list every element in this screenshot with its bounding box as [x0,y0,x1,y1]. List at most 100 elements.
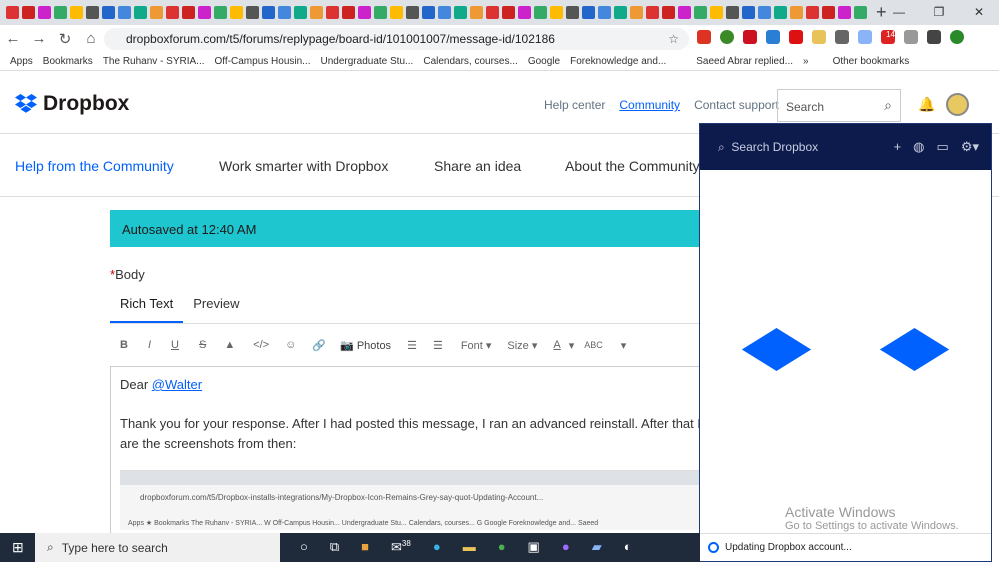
warning-icon[interactable]: ▲ [224,339,235,351]
numbered-list-icon[interactable]: ☰ [407,339,417,352]
extension-icon[interactable] [904,30,918,44]
menu-about-community[interactable]: About the Community [565,158,700,174]
chrome-icon[interactable]: ● [498,539,506,555]
bookmark-item[interactable]: Saeed Abrar replied... [696,56,793,67]
app-icon[interactable]: ■ [361,539,369,555]
bookmark-item[interactable]: Calendars, courses... [423,56,518,67]
size-dropdown[interactable]: Size ▾ [507,339,537,352]
extension-icon[interactable] [720,30,734,44]
bold-button[interactable]: B [120,339,128,351]
code-icon[interactable]: </> [253,339,269,351]
extension-icon[interactable] [766,30,780,44]
tab-favicon[interactable] [566,6,579,19]
tab-favicon[interactable] [326,6,339,19]
underline-button[interactable]: U [171,339,179,351]
tab-favicon[interactable] [502,6,515,19]
tab-favicon[interactable] [710,6,723,19]
tab-favicon[interactable] [310,6,323,19]
strikethrough-button[interactable]: S [199,339,206,351]
tab-favicon[interactable] [38,6,51,19]
back-icon[interactable]: ← [0,30,26,47]
tab-strip[interactable]: + [0,0,999,25]
tab-favicon[interactable] [54,6,67,19]
extension-icon[interactable] [835,30,849,44]
bookmark-item[interactable]: Foreknowledge and... [570,56,666,67]
site-search-input[interactable]: Search ⌕ [777,89,901,122]
tab-favicon[interactable] [470,6,483,19]
tab-favicon[interactable] [246,6,259,19]
puzzle-icon[interactable] [927,30,941,44]
menu-work-smarter[interactable]: Work smarter with Dropbox [219,158,388,174]
extension-icon[interactable] [812,30,826,44]
windows-start-icon[interactable]: ⊞ [12,539,24,556]
help-center-link[interactable]: Help center [544,98,605,112]
extensions[interactable]: 14 [697,30,964,44]
reload-icon[interactable]: ↻ [52,30,78,48]
tab-favicon[interactable] [342,6,355,19]
tab-favicon[interactable] [550,6,563,19]
tab-favicon[interactable] [182,6,195,19]
italic-button[interactable]: I [148,339,151,351]
bookmark-item[interactable]: Google [528,56,560,67]
tab-favicon[interactable] [646,6,659,19]
tab-favicon[interactable] [854,6,867,19]
tab-favicon[interactable] [118,6,131,19]
bookmark-item[interactable]: Undergraduate Stu... [321,56,414,67]
tab-favicon[interactable] [70,6,83,19]
minimize-button[interactable]: — [879,0,919,25]
tab-favicon[interactable] [230,6,243,19]
adblock-icon[interactable] [697,30,711,44]
tab-favicon[interactable] [6,6,19,19]
panel-search-icon[interactable]: ⌕ [718,140,725,155]
globe-icon[interactable]: ◍ [913,139,924,155]
tab-favicon[interactable] [838,6,851,19]
tab-favicon[interactable] [678,6,691,19]
mention-link[interactable]: @Walter [152,377,202,392]
tab-favicon[interactable] [598,6,611,19]
extension-icon[interactable] [743,30,757,44]
tab-favicon[interactable] [726,6,739,19]
menu-share-idea[interactable]: Share an idea [434,158,521,174]
cortana-icon[interactable]: ○ [300,539,308,555]
plus-icon[interactable]: + [894,139,902,155]
tab-favicon[interactable] [662,6,675,19]
menu-help-from-community[interactable]: Help from the Community [15,158,174,174]
color-chevron-icon[interactable]: ▾ [569,339,575,352]
tab-favicon[interactable] [358,6,371,19]
url-input[interactable]: dropboxforum.com/t5/forums/replypage/boa… [104,28,689,50]
taskbar-search[interactable]: ⌕ Type here to search [35,533,280,562]
tab-favicon[interactable] [294,6,307,19]
community-link[interactable]: Community [619,98,680,112]
tab-favicon[interactable] [134,6,147,19]
tab-favicon[interactable] [102,6,115,19]
tab-favicon[interactable] [822,6,835,19]
bookmark-item[interactable]: The Ruhanv - SYRIA... [103,56,205,67]
tab-preview[interactable]: Preview [183,296,249,323]
tab-favicon[interactable] [422,6,435,19]
tab-favicon[interactable] [806,6,819,19]
bullet-list-icon[interactable]: ☰ [433,339,443,352]
folder-icon[interactable]: ▭ [937,139,949,155]
edge-icon[interactable]: ● [433,539,441,555]
store-icon[interactable]: ▣ [528,539,540,555]
app-icon[interactable]: ▰ [592,539,602,555]
tab-favicon[interactable] [390,6,403,19]
text-color-button[interactable]: A [553,339,560,351]
forward-icon[interactable]: → [26,30,52,47]
emoji-icon[interactable]: ☺ [285,339,296,351]
tab-favicon[interactable] [534,6,547,19]
bookmark-item[interactable]: Off-Campus Housin... [215,56,311,67]
embedded-screenshot[interactable]: dropboxforum.com/t5/Dropbox-installs-int… [120,470,700,530]
file-explorer-icon[interactable]: ▬ [463,539,476,555]
tab-favicon[interactable] [438,6,451,19]
star-icon[interactable]: ☆ [668,28,679,50]
photos-button[interactable]: 📷 Photos [340,339,391,352]
tab-favicon[interactable] [198,6,211,19]
search-icon[interactable]: ⌕ [884,97,892,114]
tab-favicon[interactable] [742,6,755,19]
tab-favicon[interactable] [582,6,595,19]
task-view-icon[interactable]: ⧉ [330,539,339,555]
panel-search-input[interactable]: Search Dropbox [731,140,818,154]
window-controls[interactable]: — ❐ ✕ [879,0,999,25]
tab-rich-text[interactable]: Rich Text [110,296,184,323]
